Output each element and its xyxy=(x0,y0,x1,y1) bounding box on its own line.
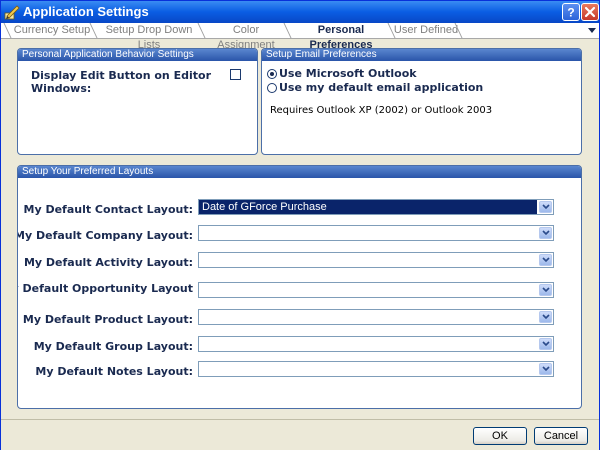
opportunity-layout-select[interactable] xyxy=(198,282,554,298)
tab-overflow-icon[interactable] xyxy=(588,28,596,34)
contact-layout-select[interactable]: Date of GForce Purchase xyxy=(198,199,554,215)
product-layout-select[interactable] xyxy=(198,309,554,325)
preferred-layouts-group: Setup Your Preferred Layouts My Default … xyxy=(17,165,582,409)
edit-button-label: Display Edit Button on Editor Windows: xyxy=(31,69,211,95)
cancel-button[interactable]: Cancel xyxy=(534,427,588,445)
opportunity-layout-value xyxy=(199,283,537,297)
company-layout-select[interactable] xyxy=(198,225,554,241)
ok-button[interactable]: OK xyxy=(473,427,527,445)
window-title: Application Settings xyxy=(23,4,149,19)
title-bar[interactable]: Application Settings ? xyxy=(1,1,599,23)
close-icon xyxy=(584,6,596,18)
contact-layout-value: Date of GForce Purchase xyxy=(199,200,537,214)
notes-layout-select[interactable] xyxy=(198,361,554,377)
use-outlook-radio[interactable] xyxy=(267,69,277,79)
chevron-down-icon[interactable] xyxy=(539,363,552,375)
chevron-down-icon[interactable] xyxy=(539,338,552,350)
group-layout-select[interactable] xyxy=(198,336,554,352)
product-layout-value xyxy=(199,310,537,324)
use-default-email-radio[interactable] xyxy=(267,83,277,93)
notes-layout-value xyxy=(199,362,537,376)
chevron-down-icon[interactable] xyxy=(539,201,552,213)
chevron-down-icon[interactable] xyxy=(539,254,552,266)
tab-color-assignment[interactable]: Color Assignment xyxy=(197,23,289,51)
use-default-email-label: Use my default email application xyxy=(279,81,484,94)
email-preferences-group: Setup Email Preferences Use Microsoft Ou… xyxy=(261,48,582,155)
close-button[interactable] xyxy=(581,3,599,21)
opportunity-layout-label: My Default Opportunity Layout xyxy=(17,282,193,295)
help-button[interactable]: ? xyxy=(562,3,580,21)
activity-layout-select[interactable] xyxy=(198,252,554,268)
product-layout-label: My Default Product Layout: xyxy=(22,313,193,326)
preferred-layouts-header: Setup Your Preferred Layouts xyxy=(18,166,581,178)
application-settings-window: Application Settings ? Currency Setup Se… xyxy=(0,0,600,450)
behavior-settings-group: Personal Application Behavior Settings D… xyxy=(17,48,258,155)
company-layout-label: My Default Company Layout: xyxy=(17,229,193,242)
tab-label: Currency Setup xyxy=(13,24,91,36)
behavior-settings-header: Personal Application Behavior Settings xyxy=(18,49,257,61)
tab-label: Color Assignment xyxy=(217,24,275,51)
tab-user-defined[interactable]: User Defined xyxy=(393,23,463,38)
group-layout-label: My Default Group Layout: xyxy=(33,340,193,353)
help-icon: ? xyxy=(567,6,574,20)
settings-pencil-icon xyxy=(4,4,20,20)
activity-layout-label: My Default Activity Layout: xyxy=(23,256,193,269)
email-preferences-header: Setup Email Preferences xyxy=(262,49,581,61)
tab-label: User Defined xyxy=(393,24,459,36)
use-outlook-label: Use Microsoft Outlook xyxy=(279,67,417,80)
tab-personal-preferences[interactable]: Personal Preferences xyxy=(283,23,396,51)
tab-label: Personal Preferences xyxy=(309,24,373,51)
chevron-down-icon[interactable] xyxy=(539,311,552,323)
activity-layout-value xyxy=(199,253,537,267)
chevron-down-icon[interactable] xyxy=(539,284,552,296)
tab-currency-setup[interactable]: Currency Setup xyxy=(3,23,95,38)
company-layout-value xyxy=(199,226,537,240)
tab-label: Setup Drop Down Lists xyxy=(105,24,193,51)
tab-strip: Currency Setup Setup Drop Down Lists Col… xyxy=(1,23,599,51)
edit-button-checkbox[interactable] xyxy=(230,69,241,80)
chevron-down-icon[interactable] xyxy=(539,227,552,239)
dialog-button-bar: OK Cancel xyxy=(1,419,599,450)
outlook-requirement-note: Requires Outlook XP (2002) or Outlook 20… xyxy=(270,105,493,116)
tab-setup-drop-down-lists[interactable]: Setup Drop Down Lists xyxy=(89,23,203,51)
contact-layout-label: My Default Contact Layout: xyxy=(23,203,194,216)
group-layout-value xyxy=(199,337,537,351)
notes-layout-label: My Default Notes Layout: xyxy=(35,365,193,378)
